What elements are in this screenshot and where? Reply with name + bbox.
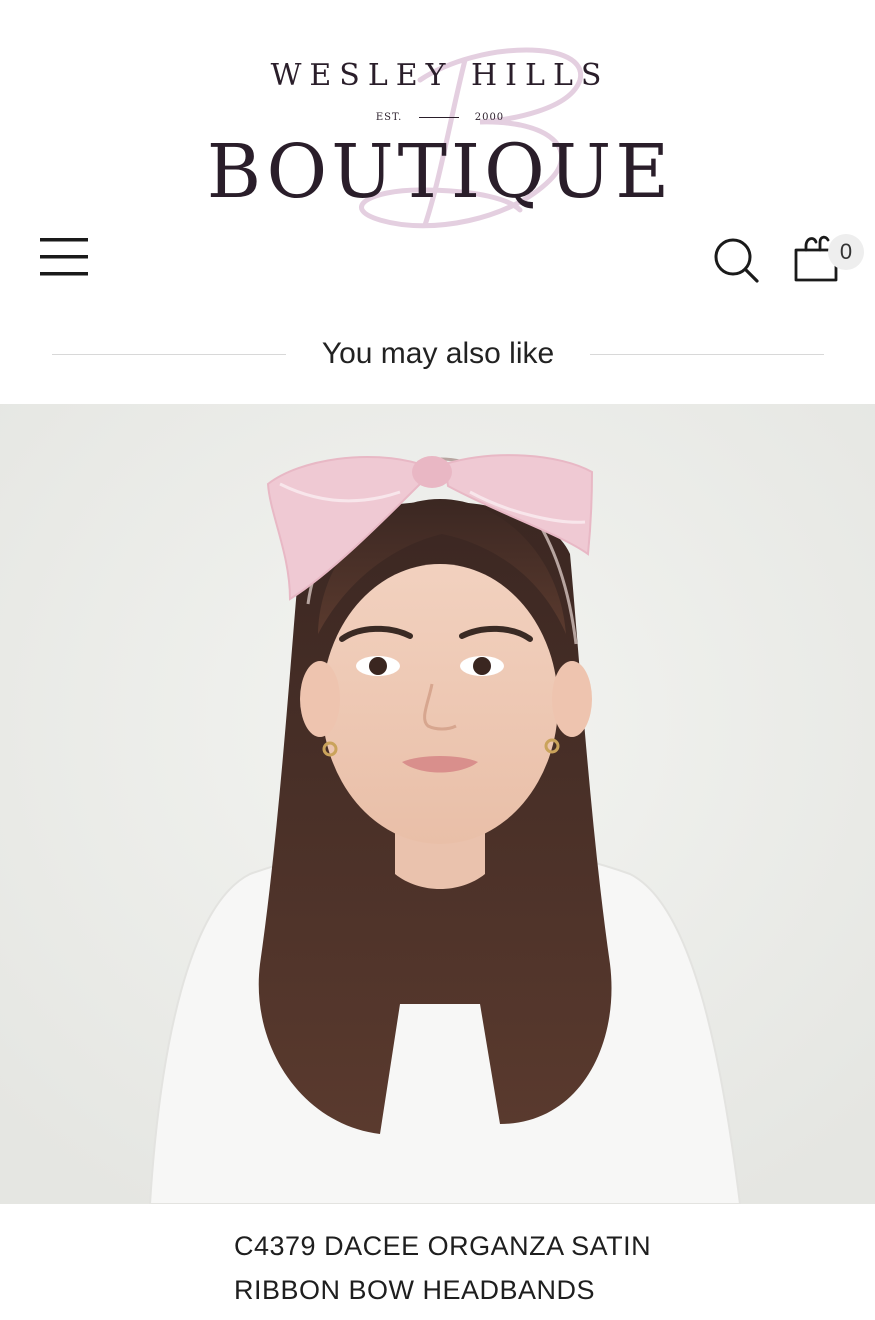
product-image[interactable] — [0, 404, 875, 1204]
menu-button[interactable] — [38, 236, 90, 278]
product-photo — [0, 404, 875, 1204]
logo-main-text: BOUTIQUE — [206, 129, 674, 215]
logo-est-divider — [418, 117, 459, 118]
page: WESLEY HILLS EST. 2000 BOUTIQUE 0 You ma… — [0, 0, 875, 1320]
cart-button[interactable]: 0 — [792, 230, 868, 284]
section-title: You may also like — [321, 337, 555, 370]
heading-divider-left — [52, 353, 286, 355]
logo-est-year: 2000 — [474, 112, 505, 123]
search-icon — [714, 238, 759, 283]
product-title-link[interactable]: C4379 DACEE ORGANZA SATIN RIBBON BOW HEA… — [234, 1224, 754, 1312]
cart-count-badge: 0 — [828, 234, 864, 270]
heading-divider-right — [590, 353, 825, 355]
logo-top-text: WESLEY HILLS — [270, 58, 610, 93]
logo-est-label: EST. — [375, 112, 403, 123]
related-products-heading: You may also like — [52, 332, 825, 376]
hamburger-menu-icon — [40, 238, 88, 276]
store-logo[interactable]: WESLEY HILLS EST. 2000 BOUTIQUE — [170, 40, 710, 240]
logo-established: EST. 2000 — [170, 112, 710, 123]
search-button[interactable] — [712, 236, 760, 284]
